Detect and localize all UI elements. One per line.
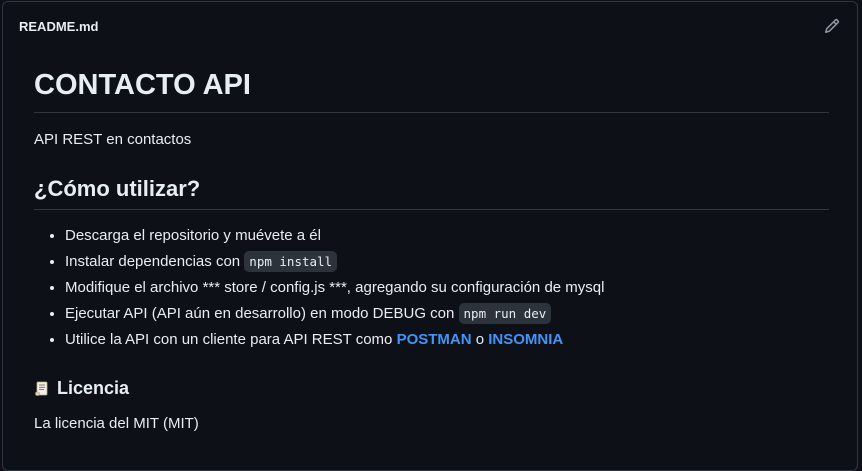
readme-header: README.md bbox=[3, 2, 857, 50]
step-text: Instalar dependencias con bbox=[65, 253, 245, 270]
list-item: Utilice la API con un cliente para API R… bbox=[65, 330, 829, 350]
edit-readme-button[interactable] bbox=[821, 15, 843, 37]
step-separator: o bbox=[471, 331, 489, 348]
usage-heading: ¿Cómo utilizar? bbox=[34, 176, 829, 210]
postman-link[interactable]: POSTMAN bbox=[397, 331, 472, 348]
inline-code: npm install bbox=[244, 251, 338, 272]
pencil-icon bbox=[824, 18, 840, 34]
list-item: Ejecutar API (API aún en desarrollo) en … bbox=[65, 303, 829, 324]
step-text: Utilice la API con un cliente para API R… bbox=[65, 331, 397, 348]
license-heading-row: Licencia bbox=[34, 377, 829, 399]
usage-steps-list: Descarga el repositorio y muévete a él I… bbox=[34, 226, 829, 350]
license-heading: Licencia bbox=[57, 378, 130, 398]
list-item: Instalar dependencias con npm install bbox=[65, 251, 829, 272]
readme-description: API REST en contactos bbox=[34, 131, 192, 148]
list-item: Modifique el archivo *** store / config.… bbox=[65, 278, 829, 298]
step-text: Modifique el archivo *** store / config.… bbox=[65, 279, 605, 296]
readme-title: CONTACTO API bbox=[34, 69, 829, 113]
step-text: Descarga el repositorio y muévete a él bbox=[65, 227, 321, 244]
markdown-body: CONTACTO API API REST en contactos ¿Cómo… bbox=[3, 69, 857, 434]
step-text: Ejecutar API (API aún en desarrollo) en … bbox=[65, 305, 459, 322]
insomnia-link[interactable]: INSOMNIA bbox=[488, 331, 563, 348]
inline-code: npm run dev bbox=[458, 303, 552, 324]
readme-filename: README.md bbox=[19, 18, 99, 34]
list-item: Descarga el repositorio y muévete a él bbox=[65, 226, 829, 246]
scroll-icon bbox=[35, 381, 48, 396]
license-text: La licencia del MIT (MIT) bbox=[34, 415, 199, 432]
readme-container: README.md CONTACTO API API REST en conta… bbox=[2, 1, 858, 471]
